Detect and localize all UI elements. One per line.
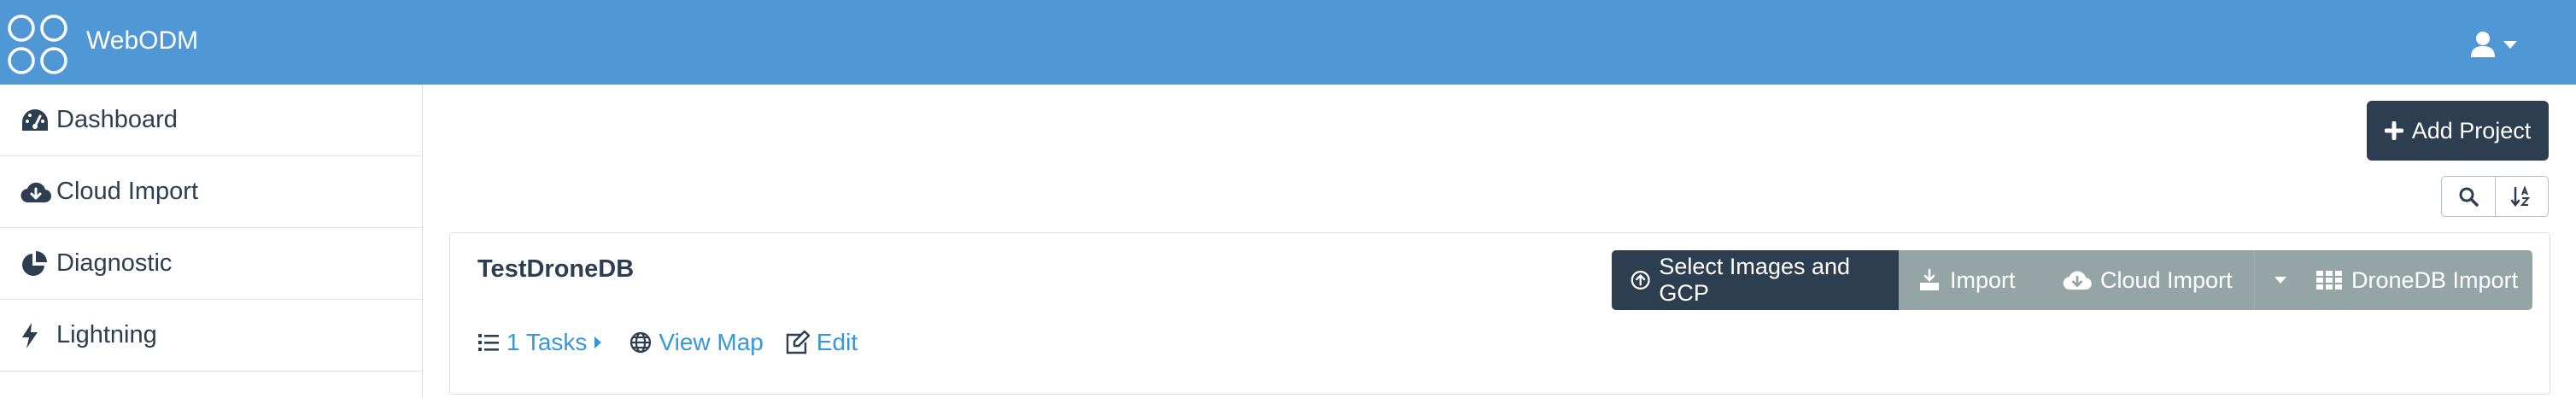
caret-down-icon: [2503, 41, 2517, 49]
user-menu[interactable]: [2470, 26, 2535, 63]
pie-chart-icon: [20, 247, 55, 281]
view-map-link[interactable]: View Map: [629, 329, 764, 356]
import-label: Import: [1950, 266, 2016, 293]
caret-down-icon: [2274, 277, 2286, 284]
search-button[interactable]: [2442, 177, 2495, 216]
tasks-link[interactable]: 1 Tasks: [477, 329, 602, 356]
sidebar-item-label: Diagnostic: [56, 249, 173, 277]
sidebar-item-lightning[interactable]: Lightning: [0, 300, 422, 372]
sidebar-item-cloud-import[interactable]: Cloud Import: [0, 156, 422, 228]
bolt-icon: [20, 319, 55, 353]
search-icon: [2459, 187, 2479, 207]
add-project-button[interactable]: Add Project: [2367, 101, 2549, 161]
sidebar-item-label: Dashboard: [56, 106, 178, 133]
sidebar-item-label: Cloud Import: [56, 178, 199, 205]
globe-icon: [630, 331, 652, 354]
top-navbar: WebODM: [0, 0, 2576, 85]
sidebar-item-diagnostic[interactable]: Diagnostic: [0, 228, 422, 300]
database-grid-icon: [2316, 271, 2342, 290]
cloud-import-dropdown-toggle[interactable]: [2254, 250, 2305, 310]
sidebar-item-label: Lightning: [56, 321, 157, 348]
plus-icon: [2384, 121, 2403, 140]
task-list-icon: [478, 334, 499, 351]
user-icon: [2471, 32, 2495, 57]
project-actions: Select Images and GCP Import Cloud Impor…: [1612, 250, 2532, 310]
cloud-import-button[interactable]: Cloud Import: [2052, 250, 2254, 310]
cloud-download-icon: [20, 175, 55, 209]
tasks-count-label: 1 Tasks: [506, 329, 588, 355]
add-project-label: Add Project: [2411, 117, 2532, 143]
sidebar-item-dashboard[interactable]: Dashboard: [0, 85, 422, 156]
select-images-label: Select Images and GCP: [1659, 254, 1851, 306]
project-name: TestDroneDB: [477, 255, 635, 283]
view-map-label: View Map: [659, 329, 764, 355]
caret-right-icon: [594, 337, 602, 348]
speedometer-icon: [20, 103, 55, 138]
select-images-button[interactable]: Select Images and GCP: [1612, 250, 1899, 310]
cloud-download-icon: [2063, 271, 2092, 290]
webodm-logo-icon[interactable]: [5, 12, 70, 77]
dronedb-import-label: DroneDB Import: [2351, 266, 2519, 293]
edit-label: Edit: [816, 329, 858, 355]
edit-icon: [786, 331, 810, 354]
cloud-import-label: Cloud Import: [2100, 266, 2233, 293]
project-panel: TestDroneDB Select Images and GCP Import…: [449, 232, 2550, 395]
import-button[interactable]: Import: [1899, 250, 2052, 310]
sort-button[interactable]: [2494, 177, 2549, 216]
import-icon: [1920, 268, 1939, 290]
project-links: 1 Tasks View Map Edit: [477, 329, 858, 356]
search-sort-group: [2441, 176, 2549, 217]
edit-link[interactable]: Edit: [784, 329, 858, 356]
sidebar: Dashboard Cloud Import Diagnostic Lightn…: [0, 85, 423, 398]
upload-circle-icon: [1630, 270, 1650, 290]
app-name[interactable]: WebODM: [86, 26, 198, 56]
dronedb-import-button[interactable]: DroneDB Import: [2305, 250, 2532, 310]
sort-alpha-icon: [2511, 185, 2531, 208]
